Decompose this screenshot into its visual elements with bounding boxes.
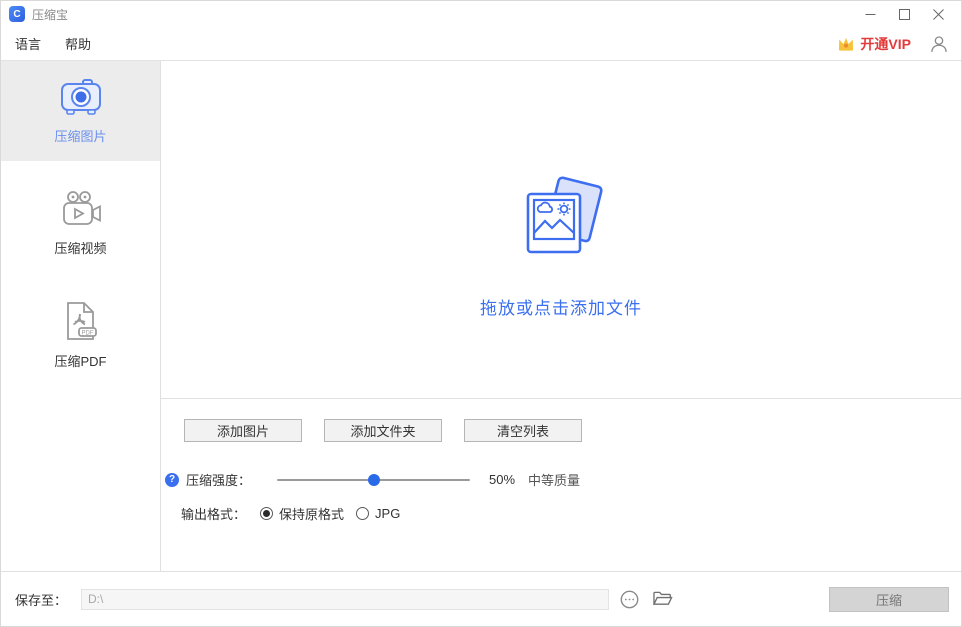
controls-panel: 添加图片 添加文件夹 清空列表 ? 压缩强度： 50% 中等质量 输出格式： [161,399,961,571]
save-to-label: 保存至： [15,590,67,609]
dropzone-label: 拖放或点击添加文件 [480,294,642,319]
radio-label: 保持原格式 [279,504,344,523]
open-vip-button[interactable]: 开通VIP [836,34,911,54]
strength-label: 压缩强度： [186,470,251,489]
menu-help[interactable]: 帮助 [65,34,91,53]
sidebar-item-label: 压缩图片 [54,126,106,145]
crown-icon [836,35,856,52]
add-images-button[interactable]: 添加图片 [184,419,302,442]
clear-list-button[interactable]: 清空列表 [464,419,582,442]
add-folder-button[interactable]: 添加文件夹 [324,419,442,442]
sidebar-item-compress-video[interactable]: 压缩视频 [1,173,160,273]
app-title: 压缩宝 [32,6,68,23]
compress-button[interactable]: 压缩 [829,587,949,612]
sidebar-item-label: 压缩视频 [54,238,106,257]
camera-icon [58,78,104,116]
app-window: C 压缩宝 语言 帮助 [0,0,962,627]
sidebar-item-label: 压缩PDF [54,351,106,370]
strength-value: 50% [489,472,515,487]
maximize-button[interactable] [887,2,921,26]
menu-language[interactable]: 语言 [15,34,41,53]
dropzone[interactable]: 拖放或点击添加文件 [161,61,961,399]
close-button[interactable] [921,2,955,26]
sidebar-item-compress-image[interactable]: 压缩图片 [1,61,160,161]
video-camera-icon [58,190,104,228]
window-controls [853,2,955,26]
content-area: 压缩图片 压缩视频 [1,61,961,571]
help-icon[interactable]: ? [165,473,179,487]
output-format-row: 输出格式： 保持原格式 JPG [161,504,961,523]
radio-keep-original-format[interactable]: 保持原格式 [260,504,344,523]
user-icon [929,34,949,54]
browse-path-button[interactable] [620,590,639,609]
close-icon [933,9,944,20]
menu-bar: 语言 帮助 开通VIP [1,27,961,61]
strength-slider[interactable] [277,473,470,487]
radio-unselected-icon [356,507,369,520]
main-panel: 拖放或点击添加文件 添加图片 添加文件夹 清空列表 ? 压缩强度： 50% 中 [161,61,961,571]
radio-label: JPG [375,506,400,521]
compression-strength-row: ? 压缩强度： 50% 中等质量 [161,470,961,489]
sidebar-item-compress-pdf[interactable]: PDF 压缩PDF [1,285,160,385]
open-vip-label: 开通VIP [860,34,911,54]
app-logo-letter: C [13,9,20,20]
radio-selected-icon [260,507,273,520]
account-button[interactable] [929,34,949,54]
menu-bar-right: 开通VIP [836,34,949,54]
minimize-icon [865,9,876,20]
app-logo-icon: C [9,6,25,22]
svg-text:PDF: PDF [81,330,93,336]
title-bar: C 压缩宝 [1,1,961,27]
save-path-input[interactable] [81,589,609,610]
output-format-label: 输出格式： [181,504,246,523]
action-buttons-row: 添加图片 添加文件夹 清空列表 [161,419,961,442]
minimize-button[interactable] [853,2,887,26]
strength-quality-label: 中等质量 [528,470,580,489]
open-folder-icon [652,590,673,608]
open-folder-button[interactable] [652,590,673,608]
sidebar: 压缩图片 压缩视频 [1,61,161,571]
radio-jpg-format[interactable]: JPG [356,506,400,521]
photos-icon [518,176,604,258]
ellipsis-circle-icon [620,590,639,609]
title-bar-left: C 压缩宝 [9,6,68,23]
footer-bar: 保存至： 压缩 [1,571,961,626]
pdf-file-icon: PDF [60,301,102,341]
menu-items: 语言 帮助 [15,34,91,53]
maximize-icon [899,9,910,20]
slider-handle[interactable] [368,474,380,486]
